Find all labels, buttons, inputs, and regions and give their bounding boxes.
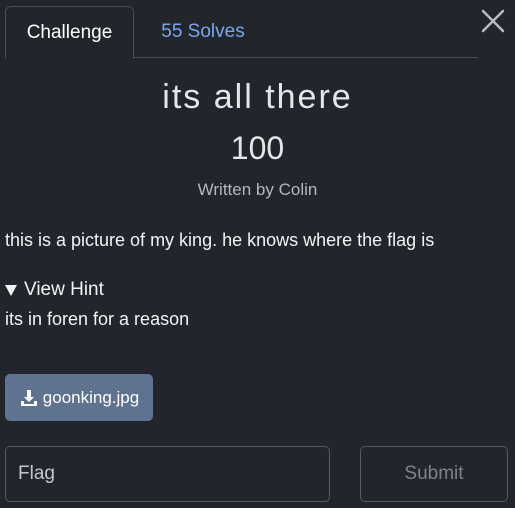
challenge-modal: Challenge 55 Solves its all there 100 Wr… <box>0 0 515 508</box>
challenge-tabs: Challenge 55 Solves <box>5 6 478 59</box>
challenge-description: this is a picture of my king. he knows w… <box>5 230 435 250</box>
flag-input[interactable] <box>5 446 330 502</box>
challenge-points: 100 <box>230 130 285 166</box>
tab-solves[interactable]: 55 Solves <box>143 6 263 58</box>
challenge-title: its all there <box>162 78 353 116</box>
file-name: goonking.jpg <box>42 387 140 407</box>
close-button[interactable] <box>480 8 506 34</box>
hint-text: its in foren for a reason <box>5 309 190 329</box>
download-icon <box>20 389 37 406</box>
triangle-down-icon <box>5 285 17 296</box>
view-hint-toggle[interactable]: View Hint <box>5 279 104 301</box>
close-icon <box>481 9 505 33</box>
challenge-author: Written by Colin <box>197 180 318 199</box>
file-download-button[interactable]: goonking.jpg <box>5 374 153 421</box>
tab-challenge[interactable]: Challenge <box>5 6 134 59</box>
view-hint-label: View Hint <box>24 279 104 300</box>
submit-button[interactable]: Submit <box>360 446 508 502</box>
